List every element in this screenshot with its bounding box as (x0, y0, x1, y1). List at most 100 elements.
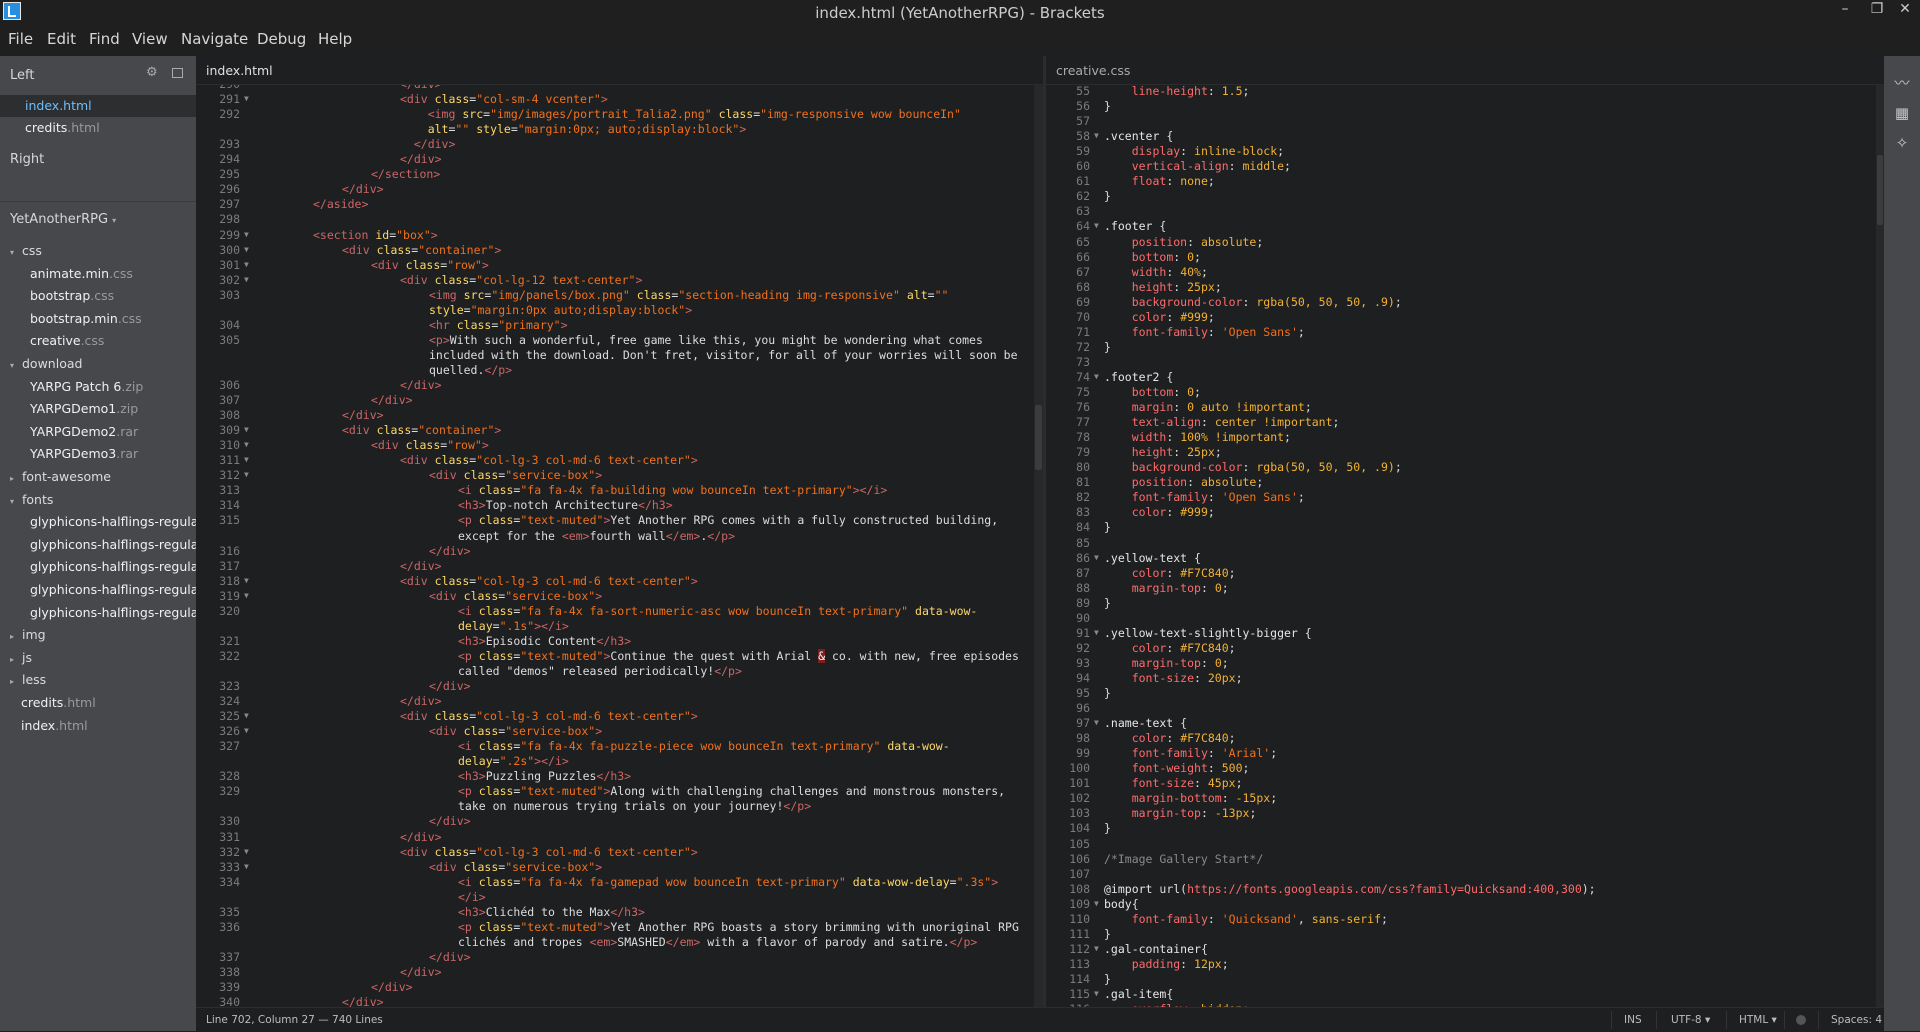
right-scroll-thumb[interactable] (1877, 155, 1883, 225)
fold-arrow-icon[interactable]: ▼ (244, 726, 249, 735)
folder-less[interactable]: ▸ less (0, 669, 196, 691)
fold-arrow-icon[interactable]: ▼ (244, 275, 249, 284)
fold-arrow-icon[interactable]: ▼ (1094, 221, 1099, 230)
left-scroll-thumb[interactable] (1035, 405, 1042, 470)
code-line: background-color: rgba(50, 50, 50, .9); (1131, 460, 1402, 475)
fold-arrow-icon[interactable]: ▼ (244, 576, 249, 585)
divider (1784, 1011, 1785, 1029)
folder-download[interactable]: ▾ download (0, 353, 196, 375)
cursor-text: Line 702, Column 27 (206, 1014, 315, 1026)
code-line: font-size: 20px; (1131, 670, 1243, 685)
tree-file[interactable]: bootstrap.css (0, 285, 196, 307)
language-select[interactable]: HTML ▾ (1739, 1014, 1777, 1026)
tree-file[interactable]: index.html (0, 715, 196, 737)
code-line: } (1104, 821, 1111, 836)
tree-file[interactable]: glyphicons-halflings-regular.w (0, 579, 196, 601)
fold-arrow-icon[interactable]: ▼ (1094, 628, 1099, 637)
fold-arrow-icon[interactable]: ▼ (1094, 553, 1099, 562)
fold-arrow-icon[interactable]: ▼ (1094, 989, 1099, 998)
fold-arrow-icon[interactable]: ▼ (1094, 372, 1099, 381)
code-line: font-size: 45px; (1131, 776, 1243, 791)
working-file-credits[interactable]: credits.html (0, 117, 196, 139)
tree-file[interactable]: YARPGDemo3.rar (0, 443, 196, 465)
file-name: credits (25, 120, 68, 135)
code-line: <section id="box"> (313, 227, 438, 242)
minimize-button[interactable]: – (1830, 1, 1860, 23)
code-line: alt="" style="margin:0px; auto;display:b… (427, 122, 747, 137)
linter-status-icon[interactable] (1796, 1015, 1806, 1025)
tree-file[interactable]: creative.css (0, 330, 196, 352)
fold-arrow-icon[interactable]: ▼ (244, 425, 249, 434)
line-number: 330 (219, 814, 240, 829)
fold-arrow-icon[interactable]: ▼ (244, 440, 249, 449)
working-file-index[interactable]: index.html (0, 95, 196, 117)
close-button[interactable]: ✕ (1890, 1, 1920, 23)
right-scrollbar[interactable] (1876, 85, 1884, 1007)
insert-mode[interactable]: INS (1624, 1014, 1642, 1026)
line-number: 61 (1076, 174, 1090, 189)
fold-arrow-icon[interactable]: ▼ (244, 470, 249, 479)
chevron-down-icon: ▾ (112, 216, 117, 225)
fold-arrow-icon[interactable]: ▼ (244, 711, 249, 720)
folder-fonts[interactable]: ▾ fonts (0, 489, 196, 511)
line-number: 303 (219, 287, 240, 302)
left-editor[interactable]: 290 </div> 291 ▼ <div class="col-sm-4 vcente… (196, 85, 1034, 1007)
line-number: 325 (219, 709, 240, 724)
tree-file[interactable]: YARPGDemo1.zip (0, 398, 196, 420)
line-number: 340 (219, 995, 240, 1007)
line-number: 107 (1069, 866, 1090, 881)
left-pane-tab[interactable]: index.html (196, 56, 1043, 85)
right-pane-tab[interactable]: creative.css (1046, 56, 1884, 85)
folder-img[interactable]: ▸ img (0, 624, 196, 646)
right-editor[interactable]: 55 line-height: 1.5; 56} 57 58 ▼ .vcenter {59… (1046, 85, 1876, 1007)
tree-file[interactable]: YARPG Patch 6.zip (0, 376, 196, 398)
folder-js[interactable]: ▸ js (0, 647, 196, 669)
tree-file[interactable]: glyphicons-halflings-regular.t (0, 556, 196, 578)
code-line: style="margin:0px auto;display:block"> (429, 302, 693, 317)
live-preview-icon[interactable]: 〰 (1893, 76, 1911, 91)
project-title[interactable]: YetAnotherRPG ▾ (10, 212, 116, 227)
tree-file[interactable]: YARPGDemo2.rar (0, 421, 196, 443)
encoding-select[interactable]: UTF-8 ▾ (1671, 1014, 1710, 1026)
tree-file[interactable]: animate.min.css (0, 263, 196, 285)
fold-arrow-icon[interactable]: ▼ (244, 94, 249, 103)
wand-icon[interactable]: ✧ (1893, 136, 1911, 151)
fold-arrow-icon[interactable]: ▼ (1094, 131, 1099, 140)
fold-arrow-icon[interactable]: ▼ (244, 862, 249, 871)
folder-font-awesome[interactable]: ▸ font-awesome (0, 466, 196, 488)
gear-icon[interactable]: ⚙ (146, 65, 158, 80)
tree-file[interactable]: bootstrap.min.css (0, 308, 196, 330)
line-number: 74 (1076, 369, 1090, 384)
fold-arrow-icon[interactable]: ▼ (1094, 899, 1099, 908)
split-view-icon[interactable] (172, 68, 183, 78)
folder-css[interactable]: ▾ css (0, 240, 196, 262)
fold-arrow-icon[interactable]: ▼ (244, 230, 249, 239)
fold-arrow-icon[interactable]: ▼ (244, 455, 249, 464)
fold-arrow-icon[interactable]: ▼ (1094, 718, 1099, 727)
folder-name: download (22, 356, 83, 371)
fold-arrow-icon[interactable]: ▼ (1094, 944, 1099, 953)
menu-debug[interactable]: Debug (257, 30, 306, 48)
fold-arrow-icon[interactable]: ▼ (244, 847, 249, 856)
menu-view[interactable]: View (132, 30, 168, 48)
tree-file[interactable]: credits.html (0, 692, 196, 714)
extension-manager-icon[interactable]: ▦ (1893, 106, 1911, 121)
tree-file[interactable]: glyphicons-halflings-regular.s (0, 534, 196, 556)
fold-arrow-icon[interactable]: ▼ (244, 591, 249, 600)
fold-arrow-icon[interactable]: ▼ (244, 260, 249, 269)
indent-setting[interactable]: Spaces: 4 (1831, 1014, 1882, 1026)
line-number: 331 (219, 829, 240, 844)
line-number: 102 (1069, 791, 1090, 806)
menu-find[interactable]: Find (89, 30, 120, 48)
fold-arrow-icon[interactable]: ▼ (244, 245, 249, 254)
tree-file[interactable]: glyphicons-halflings-regular.e (0, 511, 196, 533)
menu-file[interactable]: File (8, 30, 33, 48)
menu-edit[interactable]: Edit (47, 30, 76, 48)
tree-file[interactable]: glyphicons-halflings-regular.w (0, 602, 196, 624)
menu-navigate[interactable]: Navigate (181, 30, 248, 48)
menu-help[interactable]: Help (318, 30, 352, 48)
left-scrollbar[interactable] (1034, 85, 1043, 1007)
restore-button[interactable]: ❐ (1862, 1, 1892, 23)
code-line: called "demos" released periodically!</p… (458, 663, 742, 678)
code-line: position: absolute; (1131, 475, 1264, 490)
